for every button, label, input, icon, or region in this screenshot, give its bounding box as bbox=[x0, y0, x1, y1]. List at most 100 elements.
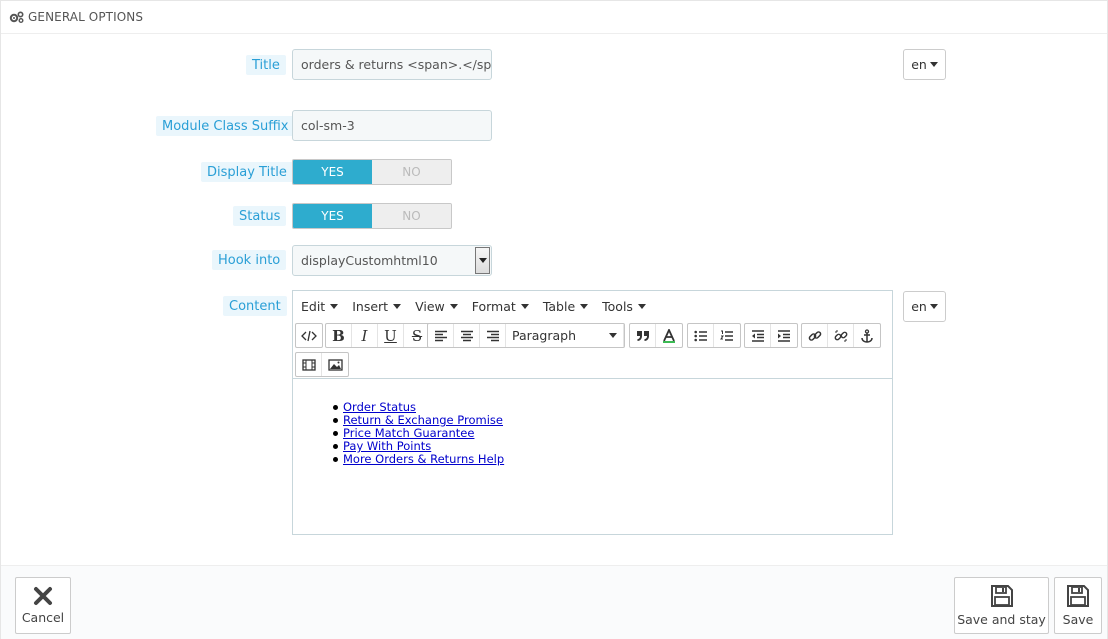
caret-down-icon bbox=[580, 303, 589, 309]
display-title-yes[interactable]: YES bbox=[293, 160, 372, 184]
editor-menubar: Edit Insert View Format Table Tools bbox=[293, 291, 892, 321]
toolbar-group-quote-color bbox=[629, 323, 683, 348]
caret-down-icon bbox=[520, 303, 529, 309]
display-title-label: Display Title bbox=[201, 162, 293, 182]
suffix-label: Module Class Suffix bbox=[156, 116, 295, 136]
save-label: Save bbox=[1062, 612, 1094, 627]
block-format-select[interactable]: Paragraph bbox=[506, 324, 624, 347]
align-right-icon bbox=[486, 330, 499, 341]
title-label: Title bbox=[246, 55, 286, 75]
bullet-list-icon bbox=[693, 330, 707, 341]
display-title-no[interactable]: NO bbox=[372, 160, 451, 184]
editor-toolbar: B I U S Paragraph bbox=[293, 321, 892, 379]
code-icon bbox=[301, 330, 317, 341]
gears-icon bbox=[9, 11, 24, 23]
display-title-switch: YES NO bbox=[292, 159, 452, 185]
menu-table[interactable]: Table bbox=[542, 298, 589, 314]
indent-button[interactable] bbox=[771, 324, 797, 347]
strikethrough-icon: S bbox=[411, 326, 423, 345]
order-status-link[interactable]: Order Status bbox=[343, 400, 416, 414]
blockquote-icon bbox=[636, 330, 649, 341]
return-exchange-link[interactable]: Return & Exchange Promise bbox=[343, 413, 503, 427]
menu-format[interactable]: Format bbox=[472, 299, 529, 314]
blockquote-button[interactable] bbox=[630, 324, 656, 347]
bold-button[interactable]: B bbox=[326, 324, 352, 347]
save-and-stay-label: Save and stay bbox=[957, 612, 1046, 627]
text-color-icon bbox=[663, 328, 675, 343]
floppy-disk-icon bbox=[1067, 585, 1089, 607]
caret-down-icon bbox=[637, 303, 646, 309]
content-language-dropdown[interactable]: en bbox=[903, 291, 946, 322]
suffix-input[interactable]: col-sm-3 bbox=[292, 110, 492, 141]
menu-insert-label: Insert bbox=[352, 298, 389, 314]
underline-button[interactable]: U bbox=[378, 324, 404, 347]
insert-link-button[interactable] bbox=[802, 324, 828, 347]
list-item: More Orders & Returns Help bbox=[333, 452, 892, 466]
pay-with-points-link[interactable]: Pay With Points bbox=[343, 439, 431, 453]
content-language-label: en bbox=[911, 299, 927, 314]
menu-insert[interactable]: Insert bbox=[352, 298, 402, 314]
unlink-icon bbox=[834, 329, 847, 342]
status-label: Status bbox=[233, 206, 287, 226]
menu-table-label: Table bbox=[542, 298, 576, 314]
status-switch: YES NO bbox=[292, 203, 452, 229]
caret-down-icon bbox=[609, 333, 617, 338]
panel-heading: GENERAL OPTIONS bbox=[1, 1, 1107, 34]
link-icon bbox=[808, 330, 821, 341]
save-button[interactable]: Save bbox=[1054, 577, 1102, 634]
menu-edit-label: Edit bbox=[301, 298, 326, 314]
more-help-link[interactable]: More Orders & Returns Help bbox=[343, 452, 504, 466]
editor-content-area[interactable]: Order Status Return & Exchange Promise P… bbox=[293, 379, 892, 534]
caret-down-icon bbox=[393, 303, 402, 309]
underline-icon: U bbox=[384, 326, 397, 345]
italic-icon: I bbox=[361, 326, 368, 345]
align-right-button[interactable] bbox=[480, 324, 506, 347]
align-left-button[interactable] bbox=[428, 324, 454, 347]
anchor-icon bbox=[861, 328, 873, 343]
select-arrow-icon bbox=[475, 247, 490, 274]
insert-image-button[interactable] bbox=[322, 353, 348, 376]
anchor-button[interactable] bbox=[854, 324, 880, 347]
text-color-button[interactable] bbox=[656, 324, 682, 347]
toolbar-group-lists bbox=[687, 323, 741, 348]
content-label: Content bbox=[223, 296, 287, 316]
cancel-button[interactable]: Cancel bbox=[15, 577, 71, 634]
menu-view-label: View bbox=[415, 298, 445, 314]
caret-down-icon bbox=[330, 303, 339, 309]
numbered-list-button[interactable] bbox=[714, 324, 740, 347]
hook-select[interactable]: displayCustomhtml10 bbox=[292, 245, 492, 276]
bold-icon: B bbox=[332, 326, 345, 345]
bullet-list-button[interactable] bbox=[688, 324, 714, 347]
panel-title: GENERAL OPTIONS bbox=[28, 10, 144, 24]
remove-link-button[interactable] bbox=[828, 324, 854, 347]
menu-view[interactable]: View bbox=[415, 299, 458, 314]
align-center-button[interactable] bbox=[454, 324, 480, 347]
menu-edit[interactable]: Edit bbox=[301, 298, 339, 314]
price-match-link[interactable]: Price Match Guarantee bbox=[343, 426, 474, 440]
floppy-disk-icon bbox=[990, 585, 1013, 607]
block-format-value: Paragraph bbox=[512, 328, 577, 343]
close-icon bbox=[34, 587, 52, 605]
status-no[interactable]: NO bbox=[372, 204, 451, 228]
rich-text-editor: Edit Insert View Format Table Tools B I … bbox=[292, 290, 893, 535]
title-input[interactable]: orders & returns <span>.</span> bbox=[292, 49, 492, 80]
insert-video-button[interactable] bbox=[296, 353, 322, 376]
menu-format-label: Format bbox=[471, 298, 516, 314]
title-language-label: en bbox=[911, 57, 927, 72]
outdent-button[interactable] bbox=[745, 324, 771, 347]
cancel-label: Cancel bbox=[21, 610, 65, 625]
italic-button[interactable]: I bbox=[352, 324, 378, 347]
toolbar-group-code bbox=[295, 323, 323, 348]
title-language-dropdown[interactable]: en bbox=[903, 49, 946, 80]
status-yes[interactable]: YES bbox=[293, 204, 372, 228]
indent-icon bbox=[778, 329, 790, 342]
align-left-icon bbox=[434, 330, 447, 341]
menu-tools-label: Tools bbox=[602, 298, 633, 314]
toolbar-group-links bbox=[801, 323, 881, 348]
general-options-panel: GENERAL OPTIONS Title orders & returns <… bbox=[0, 0, 1108, 639]
save-and-stay-button[interactable]: Save and stay bbox=[954, 577, 1049, 634]
menu-tools[interactable]: Tools bbox=[602, 299, 646, 314]
source-code-button[interactable] bbox=[296, 324, 322, 347]
link-list: Order Status Return & Exchange Promise P… bbox=[333, 400, 892, 466]
caret-down-icon bbox=[929, 304, 938, 309]
